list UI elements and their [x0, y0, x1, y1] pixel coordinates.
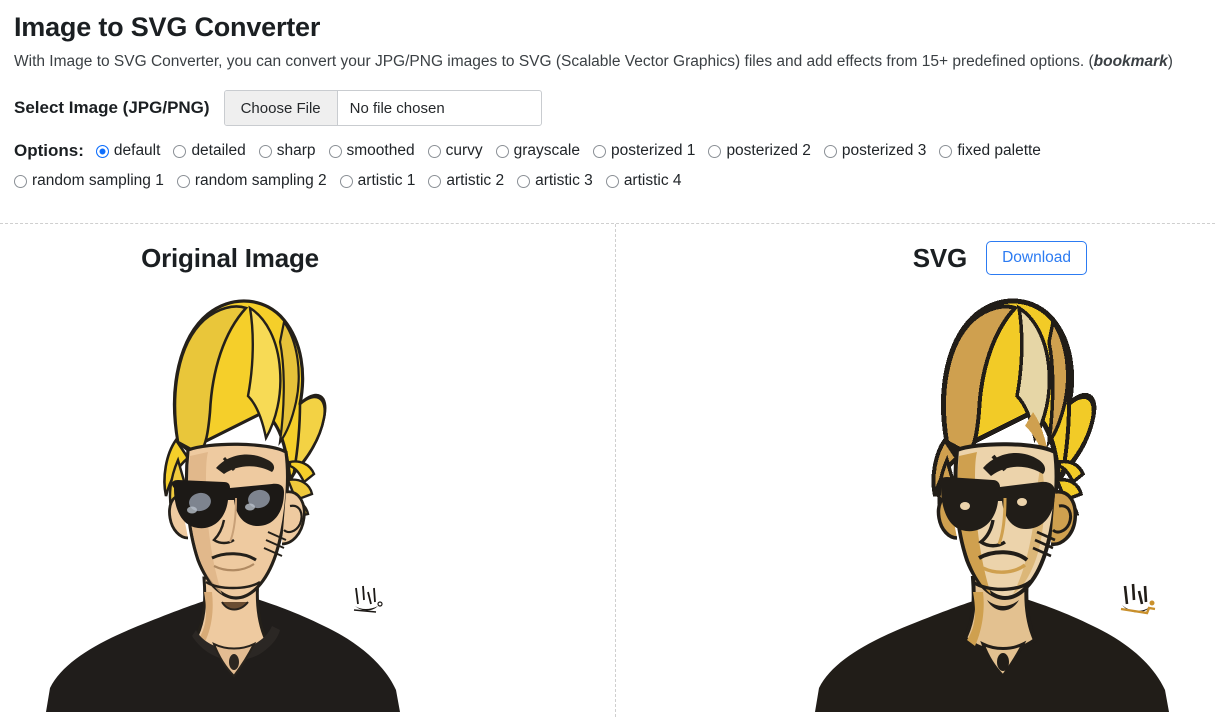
original-image	[28, 292, 433, 712]
radio-indicator-icon[interactable]	[605, 174, 619, 188]
option-radio-artistic-3[interactable]: artistic 3	[517, 170, 593, 192]
option-radio-random-sampling-1[interactable]: random sampling 1	[14, 170, 164, 192]
options-row-2: random sampling 1 random sampling 2 artist…	[14, 170, 1205, 192]
panel-original-title: Original Image	[141, 242, 319, 273]
option-label: artistic 1	[357, 172, 416, 189]
svg-output-image	[797, 292, 1202, 712]
option-label: detailed	[191, 142, 246, 159]
options-group-2: random sampling 1 random sampling 2 artist…	[14, 170, 695, 192]
panel-svg-header: SVG Download	[615, 224, 1215, 292]
radio-indicator-icon[interactable]	[592, 144, 606, 158]
compare-panels: Original Image SVG Download	[0, 224, 1215, 717]
option-label: posterized 1	[610, 142, 696, 159]
option-label: posterized 3	[841, 142, 927, 159]
option-radio-random-sampling-2[interactable]: random sampling 2	[176, 170, 327, 192]
page-description: With Image to SVG Converter, you can con…	[14, 52, 1201, 72]
option-radio-detailed[interactable]: detailed	[173, 140, 246, 162]
option-radio-sharp[interactable]: sharp	[258, 140, 316, 162]
file-select-label: Select Image (JPG/PNG)	[14, 98, 210, 117]
option-radio-artistic-4[interactable]: artistic 4	[605, 170, 682, 192]
radio-indicator-icon[interactable]	[708, 144, 722, 158]
app-root: Image to SVG Converter With Image to SVG…	[0, 0, 1215, 717]
page-description-tail: )	[1167, 53, 1173, 70]
option-label: artistic 3	[535, 172, 593, 189]
option-radio-smoothed[interactable]: smoothed	[328, 140, 415, 162]
header: Image to SVG Converter With Image to SVG…	[0, 0, 1215, 72]
option-label: fixed palette	[957, 142, 1041, 159]
radio-indicator-icon[interactable]	[428, 174, 442, 188]
radio-indicator-icon[interactable]	[14, 174, 27, 188]
option-label: sharp	[276, 142, 316, 159]
option-radio-default[interactable]: default	[95, 140, 161, 162]
radio-indicator-icon[interactable]	[495, 144, 509, 158]
option-label: artistic 2	[446, 172, 505, 189]
option-label: default	[113, 142, 161, 159]
options-group-1: default detailed sharp smoothed curvy graysca…	[95, 140, 1054, 162]
option-radio-grayscale[interactable]: grayscale	[495, 140, 580, 162]
panel-original-header: Original Image	[0, 224, 615, 292]
option-radio-artistic-1[interactable]: artistic 1	[339, 170, 416, 192]
options-block: Options: default detailed sharp smoothed cur…	[0, 140, 1215, 192]
radio-indicator-icon[interactable]	[258, 144, 272, 158]
option-radio-artistic-2[interactable]: artistic 2	[428, 170, 504, 192]
radio-indicator-icon[interactable]	[939, 144, 953, 158]
option-radio-fixed-palette[interactable]: fixed palette	[939, 140, 1041, 162]
panel-original: Original Image	[0, 224, 615, 717]
option-label: posterized 2	[726, 142, 811, 159]
option-label: random sampling 2	[194, 172, 327, 189]
radio-indicator-icon[interactable]	[176, 174, 190, 188]
option-label: artistic 4	[623, 172, 682, 189]
option-label: curvy	[445, 142, 483, 159]
panel-svg: SVG Download	[615, 224, 1215, 717]
options-label: Options:	[14, 141, 84, 160]
radio-indicator-icon[interactable]	[517, 174, 531, 188]
options-row-1: Options: default detailed sharp smoothed cur…	[14, 140, 1205, 162]
file-select-row: Select Image (JPG/PNG) Choose File No fi…	[0, 90, 1215, 126]
page-description-text: With Image to SVG Converter, you can con…	[14, 53, 1094, 70]
radio-indicator-icon[interactable]	[328, 144, 342, 158]
option-label: random sampling 1	[32, 172, 164, 189]
page-title: Image to SVG Converter	[14, 12, 321, 42]
file-name-text: No file chosen	[349, 99, 445, 117]
choose-file-button[interactable]: Choose File	[224, 91, 338, 125]
option-label: grayscale	[513, 142, 580, 159]
bookmark-link[interactable]: bookmark	[1094, 53, 1168, 70]
radio-indicator-icon[interactable]	[173, 144, 187, 158]
panel-svg-title: SVG	[912, 242, 968, 273]
option-radio-posterized-1[interactable]: posterized 1	[592, 140, 696, 162]
option-radio-posterized-2[interactable]: posterized 2	[708, 140, 811, 162]
option-radio-curvy[interactable]: curvy	[427, 140, 483, 162]
download-button[interactable]: Download	[986, 241, 1087, 275]
option-label: smoothed	[346, 142, 415, 159]
option-radio-posterized-3[interactable]: posterized 3	[823, 140, 927, 162]
radio-indicator-icon[interactable]	[95, 144, 109, 158]
file-input[interactable]: Choose File No file chosen	[223, 90, 542, 126]
radio-indicator-icon[interactable]	[823, 144, 837, 158]
radio-indicator-icon[interactable]	[339, 174, 353, 188]
radio-indicator-icon[interactable]	[427, 144, 441, 158]
